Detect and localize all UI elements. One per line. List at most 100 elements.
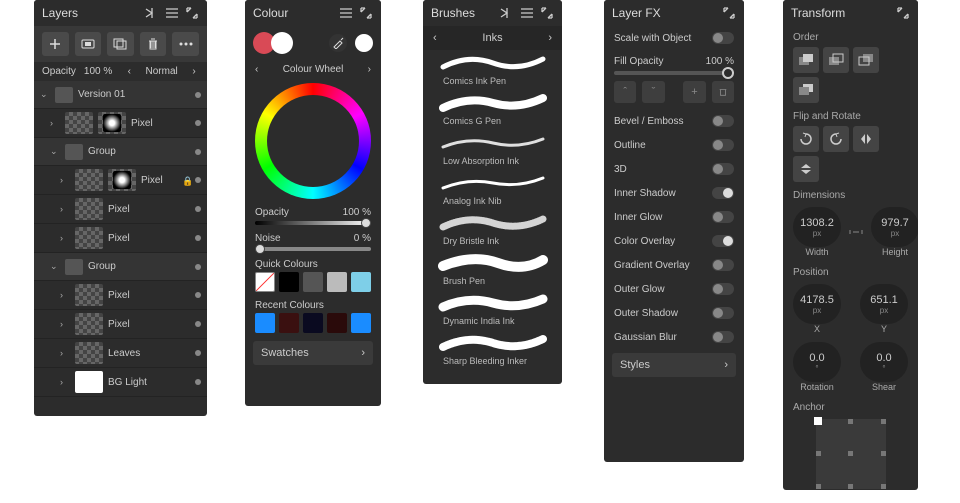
quick-colour-swatch[interactable] [255, 272, 275, 292]
visibility-toggle[interactable] [195, 206, 201, 212]
fx-effect-row[interactable]: Gaussian Blur [604, 325, 744, 349]
fill-opacity-slider[interactable] [604, 71, 744, 75]
styles-button[interactable]: Styles› [612, 353, 736, 377]
mode-prev-button[interactable]: ‹ [255, 64, 258, 75]
brush-list[interactable]: Comics Ink PenComics G PenLow Absorption… [423, 50, 562, 370]
add-layer-button[interactable] [42, 32, 69, 56]
fx-effect-row[interactable]: Bevel / Emboss [604, 109, 744, 133]
expand-icon[interactable] [185, 6, 199, 20]
visibility-toggle[interactable] [195, 177, 201, 183]
brush-item[interactable]: Analog Ink Nib [423, 170, 562, 210]
recent-colour-swatch[interactable] [303, 313, 323, 333]
move-back-button[interactable] [823, 47, 849, 73]
layer-row[interactable]: ›Pixel [34, 310, 207, 339]
menu-icon[interactable] [165, 6, 179, 20]
adjustment-button[interactable] [107, 32, 134, 56]
visibility-toggle[interactable] [195, 350, 201, 356]
fx-toggle[interactable] [712, 235, 734, 247]
fx-effect-row[interactable]: Outer Glow [604, 277, 744, 301]
fx-delete-button[interactable] [712, 81, 734, 103]
fx-toggle[interactable] [712, 187, 734, 199]
expand-icon[interactable] [896, 6, 910, 20]
shear-field[interactable]: 0.0° [860, 342, 908, 382]
expand-icon[interactable] [722, 6, 736, 20]
fx-up-button[interactable]: ˆ [614, 81, 636, 103]
layer-row[interactable]: ›Pixel [34, 195, 207, 224]
colour-wheel[interactable] [255, 83, 371, 199]
mask-button[interactable] [75, 32, 102, 56]
fx-toggle[interactable] [712, 283, 734, 295]
layer-row[interactable]: ›Pixel [34, 109, 207, 138]
fx-toggle[interactable] [712, 259, 734, 271]
blend-next-button[interactable]: › [189, 66, 199, 77]
layer-row[interactable]: ›Pixel [34, 281, 207, 310]
fx-effect-row[interactable]: Inner Shadow [604, 181, 744, 205]
layer-group-row[interactable]: ⌄Version 01 [34, 81, 207, 109]
fx-toggle[interactable] [712, 163, 734, 175]
fx-toggle[interactable] [712, 211, 734, 223]
disclosure-icon[interactable]: › [60, 233, 70, 243]
layer-row[interactable]: ›Leaves [34, 339, 207, 368]
fx-down-button[interactable]: ˇ [642, 81, 664, 103]
fx-effect-row[interactable]: Outer Shadow [604, 301, 744, 325]
swatches-button[interactable]: Swatches› [253, 341, 373, 365]
visibility-toggle[interactable] [195, 149, 201, 155]
noise-slider[interactable] [255, 247, 371, 251]
flip-vertical-button[interactable] [793, 156, 819, 182]
brush-item[interactable]: Dry Bristle Ink [423, 210, 562, 250]
move-to-front-button[interactable] [793, 77, 819, 103]
brush-item[interactable]: Comics Ink Pen [423, 50, 562, 90]
menu-icon[interactable] [339, 6, 353, 20]
disclosure-icon[interactable]: ⌄ [40, 89, 50, 100]
disclosure-icon[interactable]: › [60, 175, 70, 185]
recent-colour-swatch[interactable] [255, 313, 275, 333]
category-next-button[interactable]: › [548, 32, 552, 44]
layer-group-row[interactable]: ⌄Group [34, 138, 207, 166]
link-dimensions-button[interactable] [849, 207, 863, 257]
recent-colour-swatch[interactable] [351, 313, 371, 333]
colour-opacity-value[interactable]: 100 % [343, 207, 371, 218]
brush-category[interactable]: Inks [437, 32, 549, 44]
layer-row[interactable]: ›Pixel [34, 224, 207, 253]
fx-effect-row[interactable]: Gradient Overlay [604, 253, 744, 277]
disclosure-icon[interactable]: › [60, 319, 70, 329]
rotation-field[interactable]: 0.0° [793, 342, 841, 382]
visibility-toggle[interactable] [195, 264, 201, 270]
quick-colour-swatch[interactable] [279, 272, 299, 292]
fx-effect-row[interactable]: Inner Glow [604, 205, 744, 229]
brush-item[interactable]: Sharp Bleeding Inker [423, 330, 562, 370]
recent-colour-swatch[interactable] [327, 313, 347, 333]
rotate-cw-button[interactable] [823, 126, 849, 152]
recent-colour-swatch[interactable] [279, 313, 299, 333]
lock-icon[interactable]: 🔒 [182, 176, 190, 184]
brush-item[interactable]: Brush Pen [423, 250, 562, 290]
collapse-icon[interactable] [500, 6, 514, 20]
fx-toggle[interactable] [712, 139, 734, 151]
visibility-toggle[interactable] [195, 235, 201, 241]
visibility-toggle[interactable] [195, 379, 201, 385]
eyedropper-button[interactable] [329, 34, 347, 52]
quick-colour-swatch[interactable] [327, 272, 347, 292]
blend-prev-button[interactable]: ‹ [124, 66, 134, 77]
visibility-toggle[interactable] [195, 120, 201, 126]
quick-colour-swatch[interactable] [351, 272, 371, 292]
collapse-icon[interactable] [145, 6, 159, 20]
brush-item[interactable]: Low Absorption Ink [423, 130, 562, 170]
more-button[interactable] [172, 32, 199, 56]
disclosure-icon[interactable]: ⌄ [50, 146, 60, 157]
fill-opacity-value[interactable]: 100 % [706, 56, 734, 67]
fx-toggle[interactable] [712, 331, 734, 343]
layer-row[interactable]: ›Pixel🔒 [34, 166, 207, 195]
x-field[interactable]: 4178.5px [793, 284, 841, 324]
disclosure-icon[interactable]: › [60, 348, 70, 358]
mode-next-button[interactable]: › [368, 64, 371, 75]
visibility-toggle[interactable] [195, 92, 201, 98]
move-forward-button[interactable] [853, 47, 879, 73]
width-field[interactable]: 1308.2px [793, 207, 841, 247]
y-field[interactable]: 651.1px [860, 284, 908, 324]
anchor-grid[interactable] [816, 419, 886, 489]
fx-effect-row[interactable]: 3D [604, 157, 744, 181]
disclosure-icon[interactable]: ⌄ [50, 261, 60, 272]
opacity-slider[interactable] [255, 221, 371, 225]
layer-list[interactable]: ⌄Version 01›Pixel⌄Group›Pixel🔒›Pixel›Pix… [34, 81, 207, 397]
